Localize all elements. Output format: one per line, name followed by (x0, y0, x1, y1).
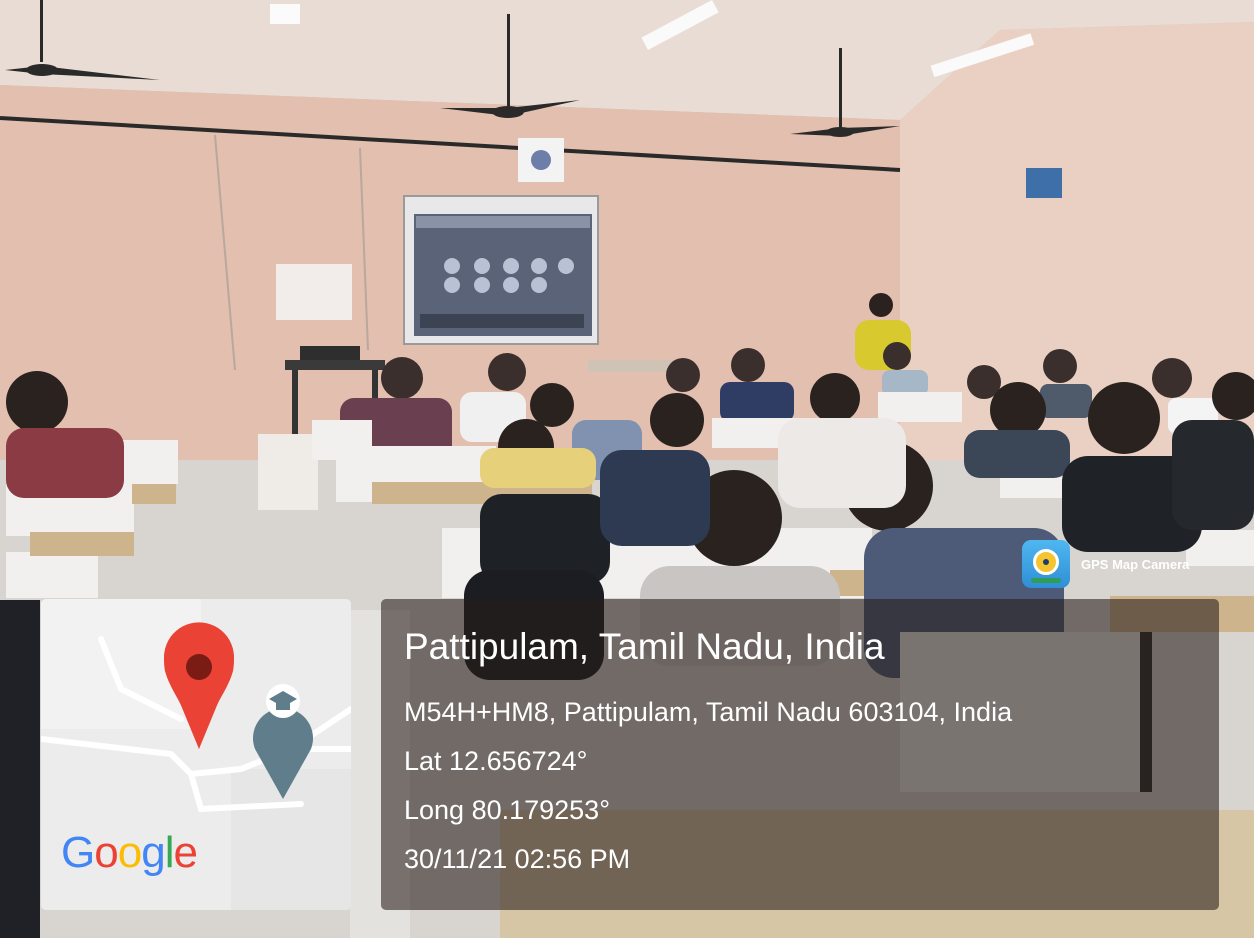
google-logo-letter-1: G (61, 828, 95, 877)
longitude-text: Long 80.179253° (404, 795, 610, 825)
location-title: Pattipulam, Tamil Nadu, India (404, 626, 885, 667)
google-logo-letter-2: o (94, 828, 119, 877)
gps-map-camera-badge: GPS Map Camera (1022, 540, 1212, 590)
latitude-text: Lat 12.656724° (404, 746, 588, 776)
map-thumbnail[interactable]: Google (41, 599, 351, 910)
app-name-label: GPS Map Camera (1081, 557, 1190, 572)
photo-scene: Google GPS Map Camera Pattipulam, Tamil … (0, 0, 1254, 938)
location-address: M54H+HM8, Pattipulam, Tamil Nadu 603104,… (404, 697, 1013, 727)
google-logo: Google (61, 828, 198, 877)
timestamp-text: 30/11/21 02:56 PM (404, 844, 631, 874)
google-logo-letter-6: e (173, 828, 198, 877)
gps-map-camera-app-icon (1022, 540, 1070, 588)
google-logo-letter-4: g (141, 828, 166, 877)
google-logo-letter-3: o (117, 828, 143, 877)
location-info-panel: Pattipulam, Tamil Nadu, India M54H+HM8, … (381, 599, 1219, 910)
